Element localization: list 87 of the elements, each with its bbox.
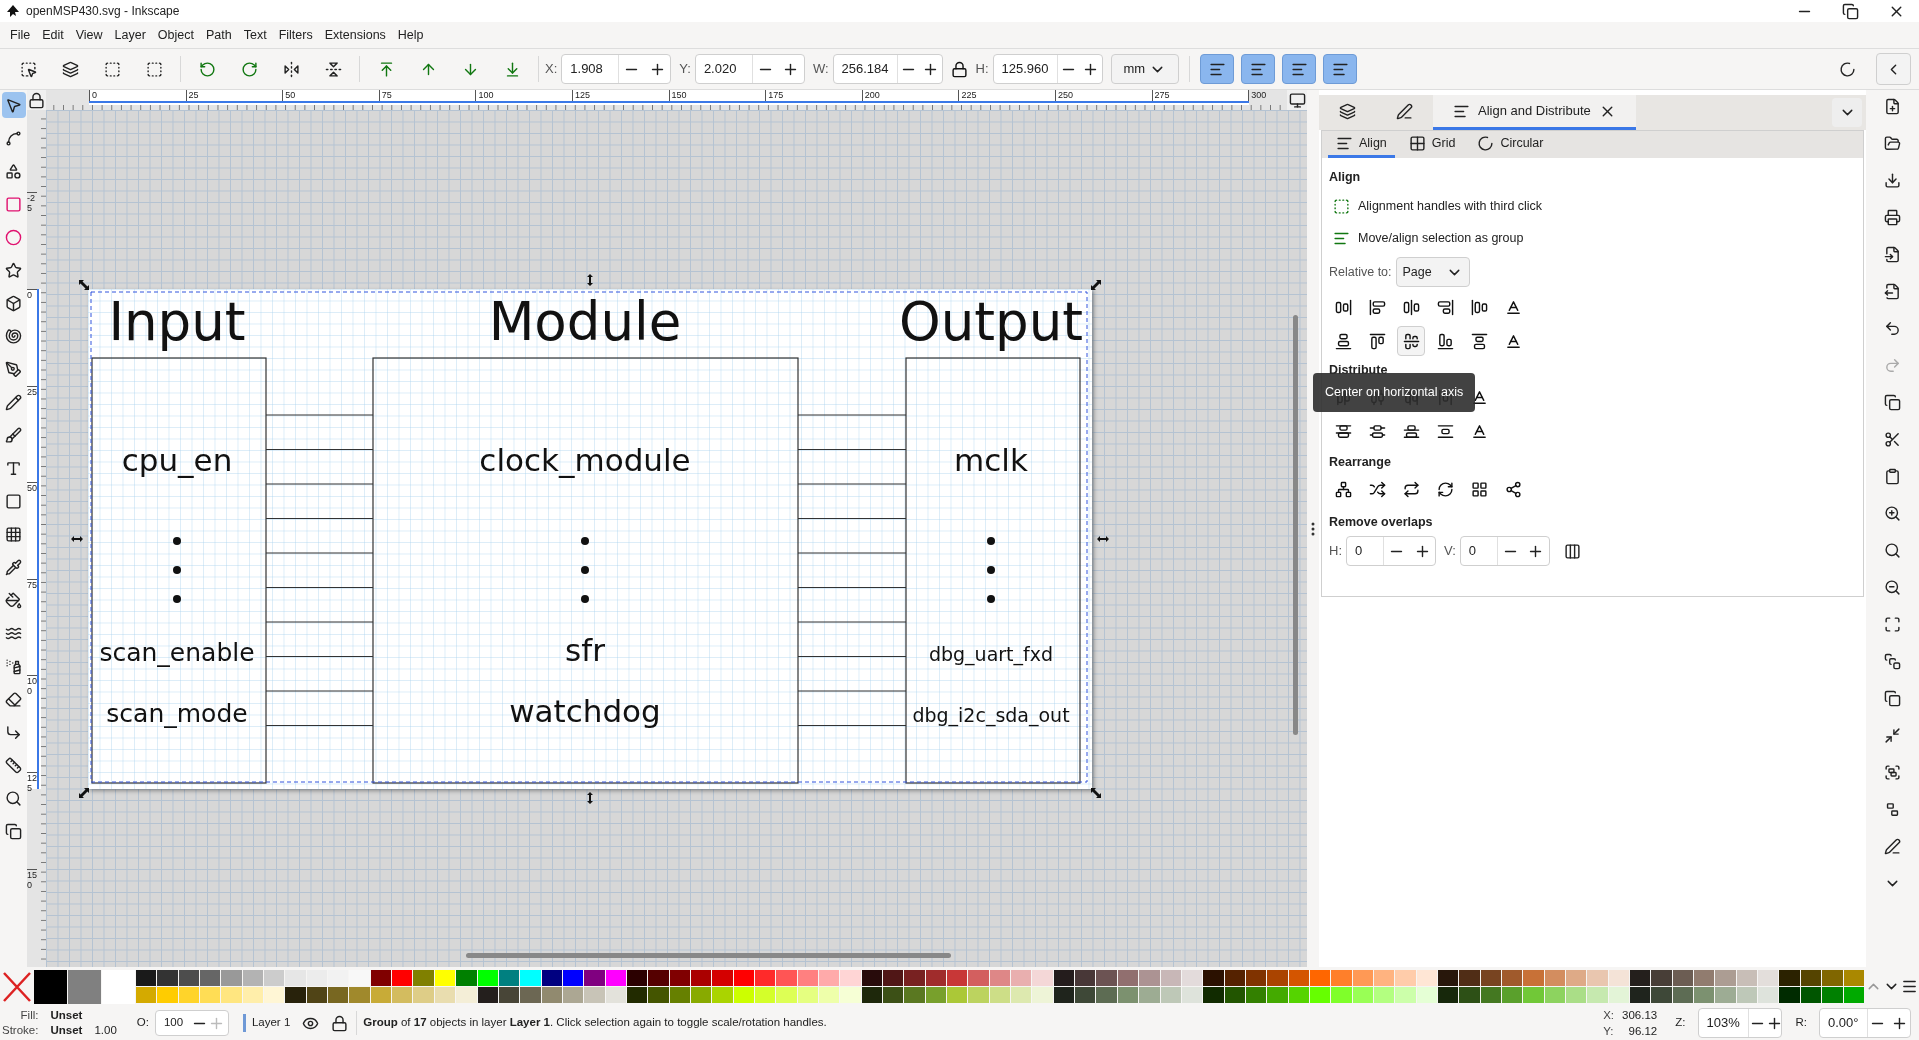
field-label: X: bbox=[545, 60, 558, 79]
fill-value[interactable]: Unset bbox=[50, 1008, 83, 1023]
signal-label: dbg_uart_fxd bbox=[928, 643, 1054, 665]
spin-field[interactable]: 125.960 bbox=[992, 54, 1103, 84]
signal-label: clock_module bbox=[479, 442, 691, 478]
ruler-label: 0 bbox=[89, 90, 97, 101]
section-heading: Remove overlaps bbox=[1329, 514, 1434, 532]
menu-item[interactable]: Object bbox=[151, 25, 200, 45]
status-message: Group of 17 objects in layer Layer 1. Click selection again to toggle scale/rotation handles. bbox=[363, 1015, 827, 1031]
unit-dropdown[interactable]: mm bbox=[1110, 54, 1180, 84]
relative-to-dropdown[interactable]: Page bbox=[1395, 257, 1470, 287]
ruler-label: 50 bbox=[282, 90, 296, 101]
subtab[interactable]: Grid bbox=[1400, 131, 1464, 158]
ruler-label: 275 bbox=[1151, 90, 1170, 101]
menu-item[interactable]: Extensions bbox=[318, 25, 392, 45]
layer-selector[interactable]: Layer 1 bbox=[242, 1014, 291, 1032]
spin-field[interactable]: 256.184 bbox=[832, 54, 943, 84]
column-heading: Module bbox=[488, 291, 682, 352]
signal-label: dbg_i2c_sda_out bbox=[912, 704, 1070, 726]
field-label: H: bbox=[975, 60, 989, 79]
field-label: Y: bbox=[679, 60, 691, 79]
ruler-label: -25 bbox=[27, 192, 37, 214]
ruler-label: 100 bbox=[27, 675, 37, 697]
spin-field[interactable]: 0 bbox=[1459, 536, 1550, 566]
menu-item[interactable]: Text bbox=[237, 25, 273, 45]
ruler-label: 100 bbox=[475, 90, 494, 101]
spin-field[interactable]: 1.908 bbox=[561, 54, 672, 84]
signal-label: scan_enable bbox=[99, 638, 255, 667]
ruler-label: 75 bbox=[27, 578, 37, 590]
ruler-label: 225 bbox=[958, 90, 977, 101]
ruler-label: 150 bbox=[27, 868, 37, 890]
field-label: W: bbox=[812, 60, 829, 79]
column-heading: Output bbox=[898, 291, 1084, 352]
field-label: R: bbox=[1795, 1015, 1807, 1031]
menu-item[interactable]: View bbox=[69, 25, 109, 45]
ruler-label: 25 bbox=[27, 385, 37, 397]
menu-item[interactable]: Edit bbox=[36, 25, 70, 45]
ruler-label: 0 bbox=[27, 289, 37, 300]
section-heading: Rearrange bbox=[1329, 454, 1392, 472]
ruler-label: 125 bbox=[572, 90, 591, 101]
cursor-coordinate: 306.13 bbox=[1622, 1008, 1658, 1023]
signal-label: sfr bbox=[565, 632, 605, 668]
cursor-label: Y: bbox=[1603, 1024, 1615, 1039]
stroke-value[interactable]: Unset bbox=[50, 1023, 83, 1038]
spin-field[interactable]: 2.020 bbox=[694, 54, 805, 84]
spin-field[interactable]: 0.00° bbox=[1819, 1008, 1911, 1038]
section-heading: Align bbox=[1329, 169, 1362, 186]
tooltip: Center on horizontal axis bbox=[1313, 373, 1476, 412]
field-label: H: bbox=[1329, 542, 1342, 561]
stroke-label: Stroke: bbox=[2, 1023, 39, 1038]
fill-label: Fill: bbox=[19, 1008, 39, 1023]
ruler-label: 25 bbox=[185, 90, 199, 101]
ruler-label: 50 bbox=[27, 482, 37, 494]
spin-field[interactable]: 0 bbox=[1346, 536, 1436, 566]
ruler-label: 150 bbox=[668, 90, 687, 101]
signal-label: cpu_en bbox=[121, 442, 233, 478]
signal-label: scan_mode bbox=[106, 699, 248, 728]
ruler-label: 250 bbox=[1055, 90, 1074, 101]
field-label: Z: bbox=[1675, 1015, 1686, 1031]
menu-item[interactable]: File bbox=[4, 25, 37, 45]
field-label: O: bbox=[136, 1015, 149, 1031]
panel-tab[interactable]: Align and Distribute bbox=[1433, 95, 1636, 130]
option-label[interactable]: Alignment handles with third click bbox=[1358, 196, 1543, 216]
ruler-label: 300 bbox=[1248, 90, 1267, 101]
menu-item[interactable]: Help bbox=[391, 25, 430, 45]
menu-item[interactable]: Layer bbox=[108, 25, 152, 45]
ruler-label: 75 bbox=[378, 90, 392, 101]
menu-item[interactable]: Path bbox=[200, 25, 238, 45]
signal-label: mclk bbox=[954, 442, 1028, 478]
column-heading: Input bbox=[108, 291, 246, 352]
cursor-label: X: bbox=[1603, 1008, 1615, 1023]
spin-field[interactable]: 103% bbox=[1697, 1008, 1782, 1038]
ruler-label: 125 bbox=[27, 772, 37, 793]
stroke-width[interactable]: 1.00 bbox=[94, 1023, 117, 1038]
field-label: Relative to: bbox=[1329, 263, 1392, 281]
signal-label: watchdog bbox=[509, 693, 661, 729]
opacity-field[interactable]: 100 bbox=[154, 1010, 229, 1036]
menu-item[interactable]: Filters bbox=[272, 25, 319, 45]
window-title: openMSP430.svg - Inkscape bbox=[26, 3, 180, 20]
subtab[interactable]: Align bbox=[1328, 131, 1395, 158]
field-label: V: bbox=[1444, 542, 1456, 561]
ruler-label: 175 bbox=[765, 90, 784, 101]
ruler-label: 200 bbox=[861, 90, 880, 101]
cursor-coordinate: 96.12 bbox=[1627, 1024, 1658, 1039]
option-label[interactable]: Move/align selection as group bbox=[1358, 228, 1524, 248]
subtab[interactable]: Circular bbox=[1469, 131, 1552, 158]
canvas[interactable]: Input Module Output cpu_en scan_enable scan_mode clock_module sfr watchdog mclk dbg_uart_fxd dbg_i2c_sda_out bbox=[46, 110, 1307, 967]
